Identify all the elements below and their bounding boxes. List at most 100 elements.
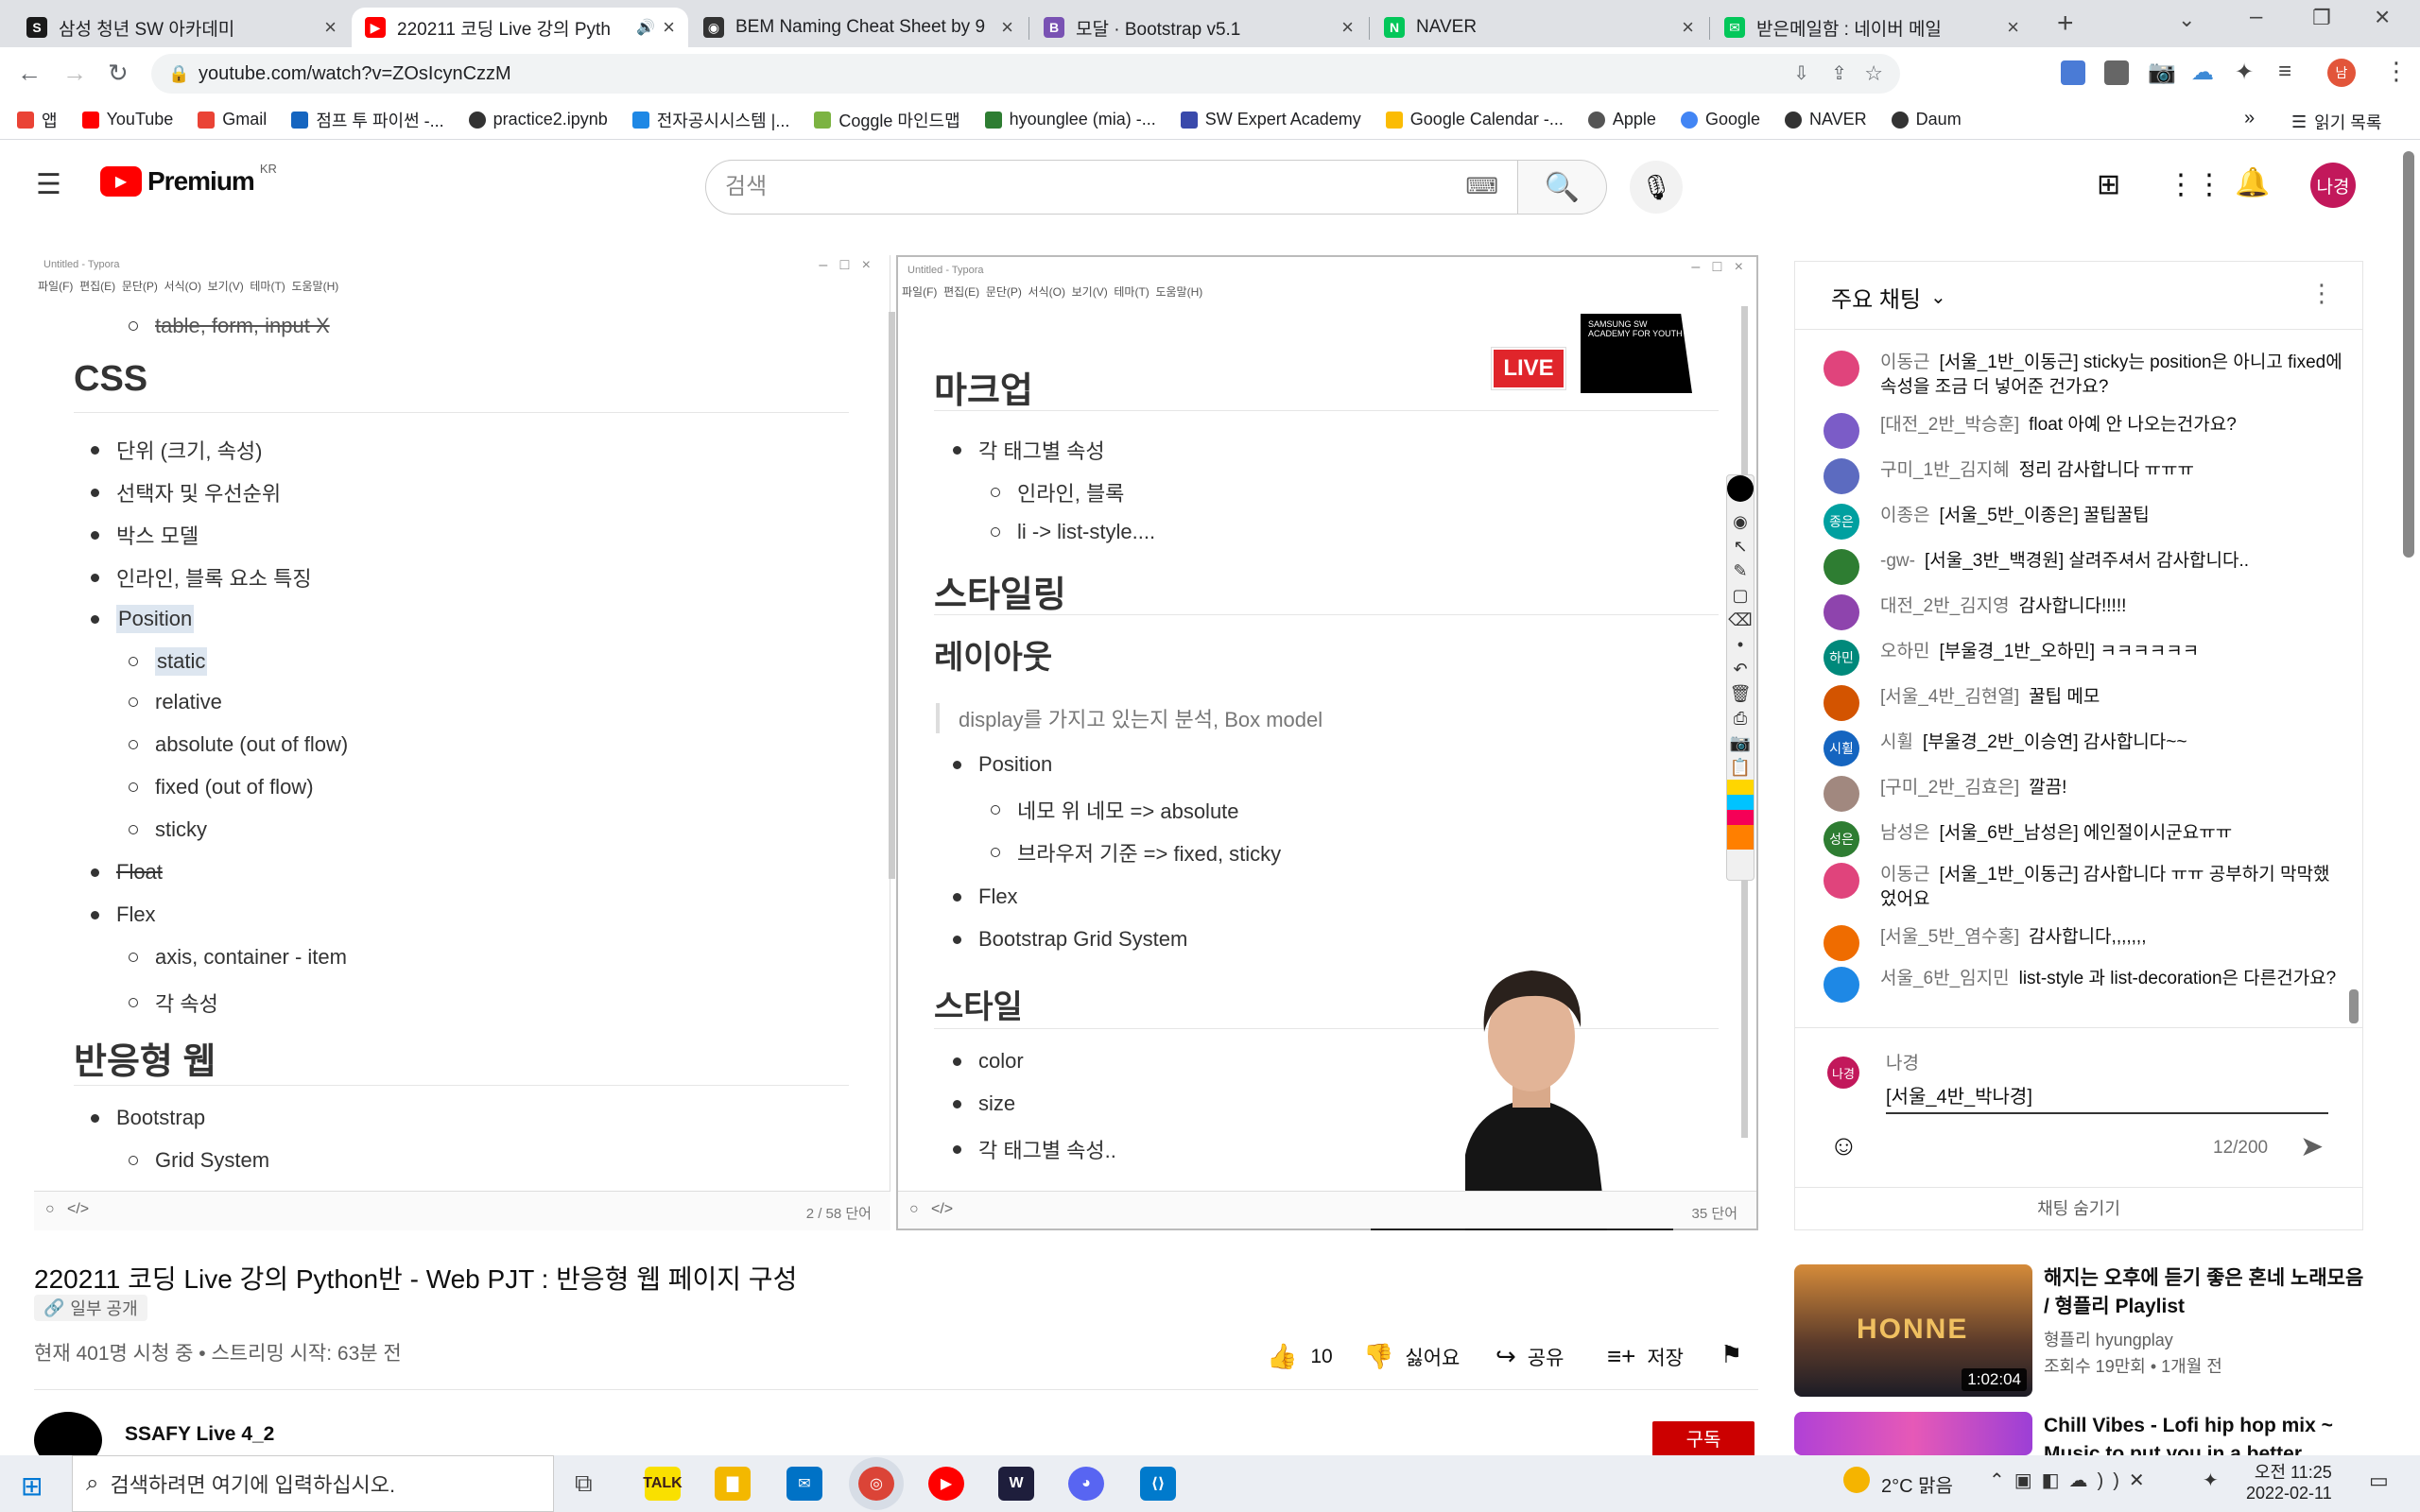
bookmark-item[interactable]: 전자공시시스템 |... xyxy=(631,108,789,132)
weather-sun-icon[interactable] xyxy=(1843,1467,1870,1493)
youtube-logo[interactable]: ▶ Premium KR xyxy=(100,162,277,197)
bookmark-item[interactable]: practice2.ipynb xyxy=(468,110,608,129)
extension-icon[interactable] xyxy=(2061,60,2085,85)
related-channel[interactable]: 형플리 hyungplay xyxy=(2044,1327,2173,1351)
window-close-icon[interactable]: × xyxy=(2375,2,2390,32)
bookmark-item[interactable]: Google Calendar -... xyxy=(1385,110,1564,129)
chat-scrollbar[interactable] xyxy=(2349,989,2359,1023)
user-avatar[interactable]: 나경 xyxy=(2310,163,2356,208)
tab-close-icon[interactable]: × xyxy=(663,15,675,40)
forward-icon[interactable]: → xyxy=(62,59,87,88)
bookmark-item[interactable]: 점프 투 파이썬 -... xyxy=(291,108,444,132)
chat-author[interactable]: 구미_1반_김지혜 xyxy=(1880,460,2010,480)
mail-icon[interactable]: ✉ xyxy=(786,1467,822,1501)
system-tray-icons[interactable]: ⌃▣◧☁))✕ xyxy=(1989,1469,2154,1492)
chat-message-input[interactable]: [서울_4반_박나경] xyxy=(1886,1081,2328,1114)
file-explorer-icon[interactable]: ▇ xyxy=(715,1467,751,1501)
back-icon[interactable]: ← xyxy=(17,59,42,88)
window-minimize-icon[interactable]: – xyxy=(2250,4,2262,30)
clock[interactable]: 오전 11:25 2022-02-11 xyxy=(2246,1459,2332,1503)
chat-author[interactable]: 서울_6반_임지민 xyxy=(1880,969,2010,988)
more-options-icon[interactable]: ⋮ xyxy=(2309,279,2334,308)
bookmark-item[interactable]: Google xyxy=(1680,110,1760,129)
related-thumbnail[interactable]: HONNE 1:02:04 xyxy=(1794,1264,2032,1397)
reload-icon[interactable]: ↻ xyxy=(108,59,129,88)
hamburger-menu-icon[interactable]: ☰ xyxy=(36,168,61,201)
dislike-button[interactable]: 👎 싫어요 xyxy=(1363,1342,1460,1371)
install-icon[interactable]: ⇩ xyxy=(1793,54,1809,94)
annotation-toolbar[interactable]: ◉ ↖ ✎ ▢ ⌫ • ↶ 🗑 ⎙ 📷 📋 xyxy=(1726,474,1754,881)
reading-list-button[interactable]: ☰ 읽기 목록 xyxy=(2291,110,2381,134)
bookmark-item[interactable]: NAVER xyxy=(1784,110,1867,129)
notifications-bell-icon[interactable]: 🔔 xyxy=(2235,166,2270,199)
apps-grid-icon[interactable]: ⋮⋮ xyxy=(2167,168,2223,201)
chat-author[interactable]: 오하민 xyxy=(1880,642,1929,662)
bookmark-item[interactable]: Apple xyxy=(1587,110,1656,129)
tab-close-icon[interactable]: × xyxy=(2007,15,2019,40)
hide-chat-button[interactable]: 채팅 숨기기 xyxy=(1795,1187,2362,1228)
chat-author[interactable]: 시휠 xyxy=(1880,732,1913,752)
extension-icon[interactable] xyxy=(2104,60,2129,85)
browser-tab[interactable]: N NAVER × xyxy=(1371,8,1707,47)
chat-author[interactable]: 이동근 xyxy=(1880,352,1929,372)
browser-tab-active[interactable]: ▶ 220211 코딩 Live 강의 Pyth 🔊 × xyxy=(352,8,688,47)
browser-tab[interactable]: ◉ BEM Naming Cheat Sheet by 9 × xyxy=(690,8,1027,47)
kakaotalk-icon[interactable]: TALK xyxy=(643,1467,683,1501)
chat-author[interactable]: -gw- xyxy=(1880,551,1915,571)
share-button[interactable]: ↪ 공유 xyxy=(1495,1342,1564,1371)
chat-author[interactable]: [구미_2반_김효은] xyxy=(1880,778,2019,798)
notification-center-icon[interactable]: ▭ xyxy=(2369,1469,2389,1493)
cloud-extension-icon[interactable]: ☁ xyxy=(2191,59,2214,86)
related-title[interactable]: 해지는 오후에 듣기 좋은 혼네 노래모음 / 형플리 Playlist xyxy=(2044,1264,2365,1321)
bookmark-item[interactable]: SW Expert Academy xyxy=(1180,110,1361,129)
chrome-icon[interactable]: ◎ xyxy=(858,1467,894,1501)
bookmark-item[interactable]: Gmail xyxy=(198,110,267,129)
chrome-menu-icon[interactable]: ⋮ xyxy=(2384,57,2409,86)
browser-tab[interactable]: S 삼성 청년 SW 아카데미 × xyxy=(13,8,350,47)
bookmark-item[interactable]: 앱 xyxy=(17,108,58,132)
tab-close-icon[interactable]: × xyxy=(1682,15,1694,40)
subscribe-button[interactable]: 구독 xyxy=(1652,1421,1754,1459)
chat-mode-dropdown[interactable]: 주요 채팅 ⌄ xyxy=(1831,281,1946,314)
emoji-icon[interactable]: ☺ xyxy=(1829,1130,1858,1162)
chat-author[interactable]: [대전_2반_박승훈] xyxy=(1880,415,2019,435)
bookmark-item[interactable]: YouTube xyxy=(81,110,173,129)
weather-text[interactable]: 2°C 맑음 xyxy=(1881,1470,1953,1498)
address-bar[interactable]: 🔒 youtube.com/watch?v=ZOsIcynCzzM ⇩ ⇪ ☆ xyxy=(151,54,1900,94)
bookmark-star-icon[interactable]: ☆ xyxy=(1864,54,1883,94)
bookmark-item[interactable]: Coggle 마인드맵 xyxy=(814,108,960,132)
webex-icon[interactable]: W xyxy=(998,1467,1034,1501)
taskbar-search-input[interactable]: ⌕ 검색하려면 여기에 입력하십시오. xyxy=(72,1455,554,1512)
youtube-music-icon[interactable]: ▶ xyxy=(928,1467,964,1501)
media-control-icon[interactable]: ≡ xyxy=(2278,59,2291,85)
keyboard-icon[interactable]: ⌨ xyxy=(1465,161,1498,214)
profile-avatar[interactable]: 남 xyxy=(2327,59,2356,87)
discord-icon[interactable]: ◕ xyxy=(1068,1467,1104,1501)
tab-close-icon[interactable]: × xyxy=(1341,15,1354,40)
video-player[interactable]: Untitled - Typora 파일(F) 편집(E) 문단(P) 서식(O… xyxy=(34,255,1758,1230)
browser-tab[interactable]: B 모달 · Bootstrap v5.1 × xyxy=(1030,8,1367,47)
tab-close-icon[interactable]: × xyxy=(324,15,337,40)
page-scrollbar[interactable] xyxy=(2403,151,2414,558)
window-restore-icon[interactable]: ❐ xyxy=(2312,6,2331,30)
chat-author[interactable]: 남성은 xyxy=(1880,823,1929,843)
new-tab-button[interactable]: + xyxy=(2057,8,2074,40)
camera-extension-icon[interactable]: 📷 xyxy=(2148,59,2176,86)
lock-icon[interactable]: 🔒 xyxy=(168,54,189,94)
save-button[interactable]: ≡+ 저장 xyxy=(1607,1342,1684,1371)
report-flag-icon[interactable]: ⚑ xyxy=(1720,1340,1742,1369)
bookmarks-more-button[interactable]: » xyxy=(2244,108,2255,129)
chat-author[interactable]: 대전_2반_김지영 xyxy=(1880,596,2010,616)
voice-search-button[interactable]: 🎙 xyxy=(1630,161,1683,214)
search-input[interactable]: 검색 ⌨ xyxy=(705,160,1518,215)
chat-author[interactable]: [서울_5반_염수홍] xyxy=(1880,927,2019,947)
chat-author[interactable]: [서울_4반_김현열] xyxy=(1880,687,2019,707)
share-icon[interactable]: ⇪ xyxy=(1831,54,1847,94)
tab-close-icon[interactable]: × xyxy=(1001,15,1013,40)
channel-name[interactable]: SSAFY Live 4_2 xyxy=(125,1423,274,1446)
pen-tool-icon[interactable] xyxy=(1727,475,1754,502)
search-button[interactable]: 🔍 xyxy=(1518,160,1607,215)
bookmark-item[interactable]: Daum xyxy=(1891,110,1962,129)
ime-indicator-icon[interactable]: ✦ xyxy=(2203,1469,2219,1492)
bookmark-item[interactable]: hyounglee (mia) -... xyxy=(984,110,1156,129)
